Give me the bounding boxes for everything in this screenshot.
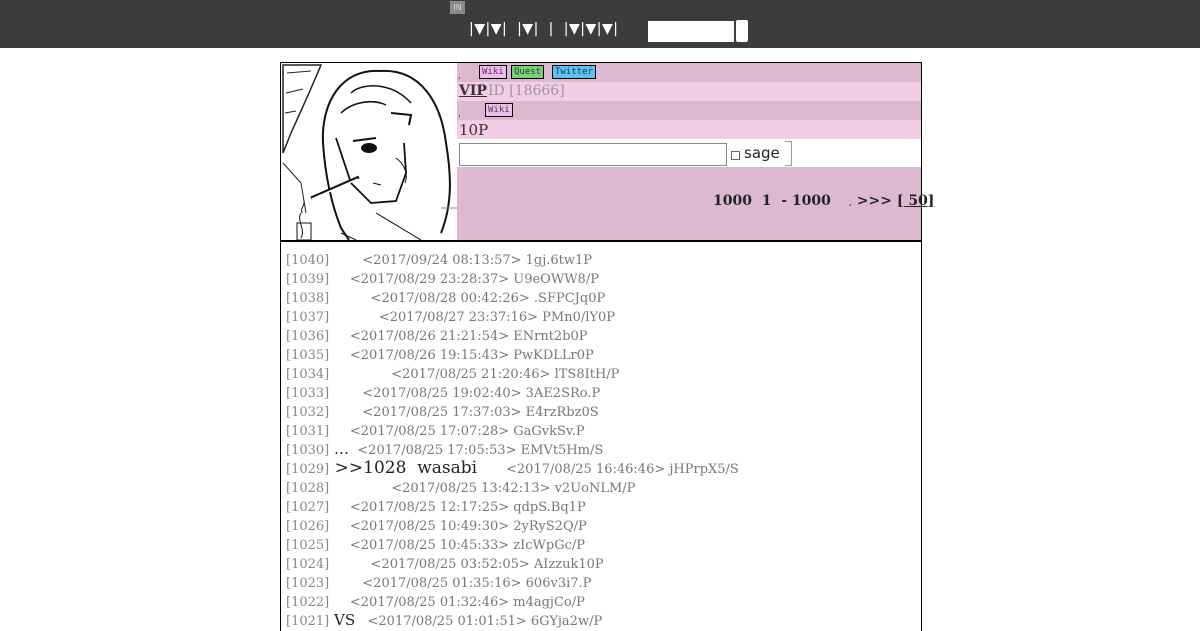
post-number[interactable]: [1037] [286,310,329,325]
wiki-row: , Wiki [457,101,921,120]
post-row: [1027] <2017/08/25 12:17:25> qdpS.Bq1P [286,497,586,516]
post-row: [1032] <2017/08/25 17:37:03> E4rzRbz0S [286,402,599,421]
post-number[interactable]: [1022] [286,595,329,610]
post-number[interactable]: [1027] [286,500,329,515]
post-row: [1023] <2017/08/25 01:35:16> 606v3i7.P [286,573,591,592]
post-row: [1025] <2017/08/25 10:45:33> zIcWpGc/P [286,535,585,554]
post-number[interactable]: [1031] [286,424,329,439]
search-button[interactable] [736,20,748,42]
post-number[interactable]: [1035] [286,348,329,363]
post-row: [1029] >>1028 wasabi <2017/08/25 16:46:4… [286,459,739,478]
post-timestamp-id: <2017/08/25 16:46:46> jHPrpX5/S [477,462,739,477]
vip-link[interactable]: VIP [459,83,487,99]
post-text-input[interactable] [459,143,727,166]
post-timestamp-id: <2017/08/25 13:42:13> v2UoNLM/P [329,481,636,496]
post-timestamp-id: <2017/08/25 10:49:30> 2yRyS2Q/P [329,519,587,534]
wiki-tag-link[interactable]: Wiki [479,65,507,79]
vip-row: VIP ID [18666] [457,82,921,101]
post-number[interactable]: [1021] [286,614,329,629]
quest-tag-link[interactable]: Quest [511,65,545,79]
top-bar: IN |▼|▼| |▼| | |▼|▼|▼| [0,0,1200,48]
post-row: [1028] <2017/08/25 13:42:13> v2UoNLM/P [286,478,635,497]
post-row: [1022] <2017/08/25 01:32:46> m4agjCo/P [286,592,585,611]
post-number[interactable]: [1028] [286,481,329,496]
post-timestamp-id: <2017/08/27 23:37:16> PMn0/lY0P [329,310,616,325]
post-number[interactable]: [1034] [286,367,329,382]
post-row: [1034] <2017/08/25 21:20:46> lTS8ItH/P [286,364,619,383]
search-input[interactable] [648,21,734,42]
post-message: >>1028 wasabi [329,458,478,478]
next-50-link[interactable]: [ 50] [897,193,935,209]
post-timestamp-id: <2017/08/25 17:07:28> GaGvkSv.P [329,424,585,439]
post-count-range: 1000 1 - 1000 [713,193,831,209]
post-timestamp-id: <2017/08/25 21:20:46> lTS8ItH/P [329,367,620,382]
post-timestamp-id: <2017/08/25 19:02:40> 3AE2SRo.P [329,386,601,401]
comma-mark: , [458,71,461,81]
next-page-nav: , >>> [ 50] [849,193,934,209]
post-number[interactable]: [1036] [286,329,329,344]
post-timestamp-id: <2017/08/25 03:52:05> AIzzuk10P [329,557,604,572]
comma-mark-3: , [849,198,852,208]
post-timestamp-id: <2017/08/25 17:37:03> E4rzRbz0S [329,405,599,420]
thread-info-panel: , Wiki Quest Twitter VIP ID [18666] , Wi… [457,63,934,240]
post-row: [1038] <2017/08/28 00:42:26> .SFPCJq0P [286,288,605,307]
post-number[interactable]: [1039] [286,272,329,287]
post-row: [1024] <2017/08/25 03:52:05> AIzzuk10P [286,554,604,573]
site-icon[interactable]: IN [450,1,465,14]
post-number[interactable]: [1038] [286,291,329,306]
thread-id: ID [18666] [488,83,565,99]
post-submit-button[interactable] [785,141,792,166]
post-row: [1021] VS <2017/08/25 01:01:51> 6GYja2w/… [286,611,602,630]
points-row: 10P [457,120,921,139]
post-timestamp-id: <2017/09/24 08:13:57> 1gj.6tw1P [329,253,593,268]
post-timestamp-id: <2017/08/25 01:32:46> m4agjCo/P [329,595,585,610]
sage-checkbox[interactable] [731,151,740,160]
post-timestamp-id: <2017/08/25 01:35:16> 606v3i7.P [329,576,592,591]
post-row: [1026] <2017/08/25 10:49:30> 2yRyS2Q/P [286,516,587,535]
post-number[interactable]: [1033] [286,386,329,401]
post-message: VS [329,611,356,629]
post-number[interactable]: [1029] [286,462,329,477]
post-timestamp-id: <2017/08/25 10:45:33> zIcWpGc/P [329,538,586,553]
wiki-tag-link-2[interactable]: Wiki [485,103,513,117]
sage-label: sage [744,144,780,162]
thread-header: , Wiki Quest Twitter VIP ID [18666] , Wi… [281,63,934,242]
post-number[interactable]: [1040] [286,253,329,268]
twitter-tag-link[interactable]: Twitter [552,65,596,79]
post-timestamp-id: <2017/08/25 17:05:53> EMVt5Hm/S [349,443,604,458]
post-number[interactable]: [1024] [286,557,329,572]
post-number[interactable]: [1023] [286,576,329,591]
next-arrow[interactable]: >>> [857,193,892,209]
comma-mark-2: , [458,109,461,119]
post-number[interactable]: [1032] [286,405,329,420]
anime-girl-smoking-illustration [281,63,457,240]
post-row: [1039] <2017/08/29 23:28:37> U9eOWW8/P [286,269,599,288]
post-message: … [329,440,350,458]
thread-header-illustration [281,63,457,240]
post-timestamp-id: <2017/08/25 12:17:25> qdpS.Bq1P [329,500,586,515]
post-row: [1037] <2017/08/27 23:37:16> PMn0/lY0P [286,307,615,326]
thread-board: , Wiki Quest Twitter VIP ID [18666] , Wi… [280,62,934,631]
post-form-row: sage [457,139,921,167]
thread-nav-row: 1000 1 - 1000 , >>> [ 50] [457,167,934,240]
post-row: [1036] <2017/08/26 21:21:54> ENrnt2b0P [286,326,588,345]
post-number[interactable]: [1030] [286,443,329,458]
points-text: 10P [459,121,489,139]
link-tags-row: , Wiki Quest Twitter [457,63,921,82]
post-row: [1030] … <2017/08/25 17:05:53> EMVt5Hm/S [286,440,603,459]
post-number[interactable]: [1026] [286,519,329,534]
post-timestamp-id: <2017/08/25 01:01:51> 6GYja2w/P [355,614,603,629]
post-row: [1035] <2017/08/26 19:15:43> PwKDLLr0P [286,345,594,364]
post-timestamp-id: <2017/08/28 00:42:26> .SFPCJq0P [329,291,606,306]
post-timestamp-id: <2017/08/29 23:28:37> U9eOWW8/P [329,272,599,287]
post-timestamp-id: <2017/08/26 19:15:43> PwKDLLr0P [329,348,594,363]
board-nav-menu[interactable]: |▼|▼| |▼| | |▼|▼|▼| [469,21,618,37]
post-row: [1031] <2017/08/25 17:07:28> GaGvkSv.P [286,421,585,440]
post-row: [1040] <2017/09/24 08:13:57> 1gj.6tw1P [286,250,592,269]
post-number[interactable]: [1025] [286,538,329,553]
post-row: [1033] <2017/08/25 19:02:40> 3AE2SRo.P [286,383,600,402]
post-timestamp-id: <2017/08/26 21:21:54> ENrnt2b0P [329,329,588,344]
